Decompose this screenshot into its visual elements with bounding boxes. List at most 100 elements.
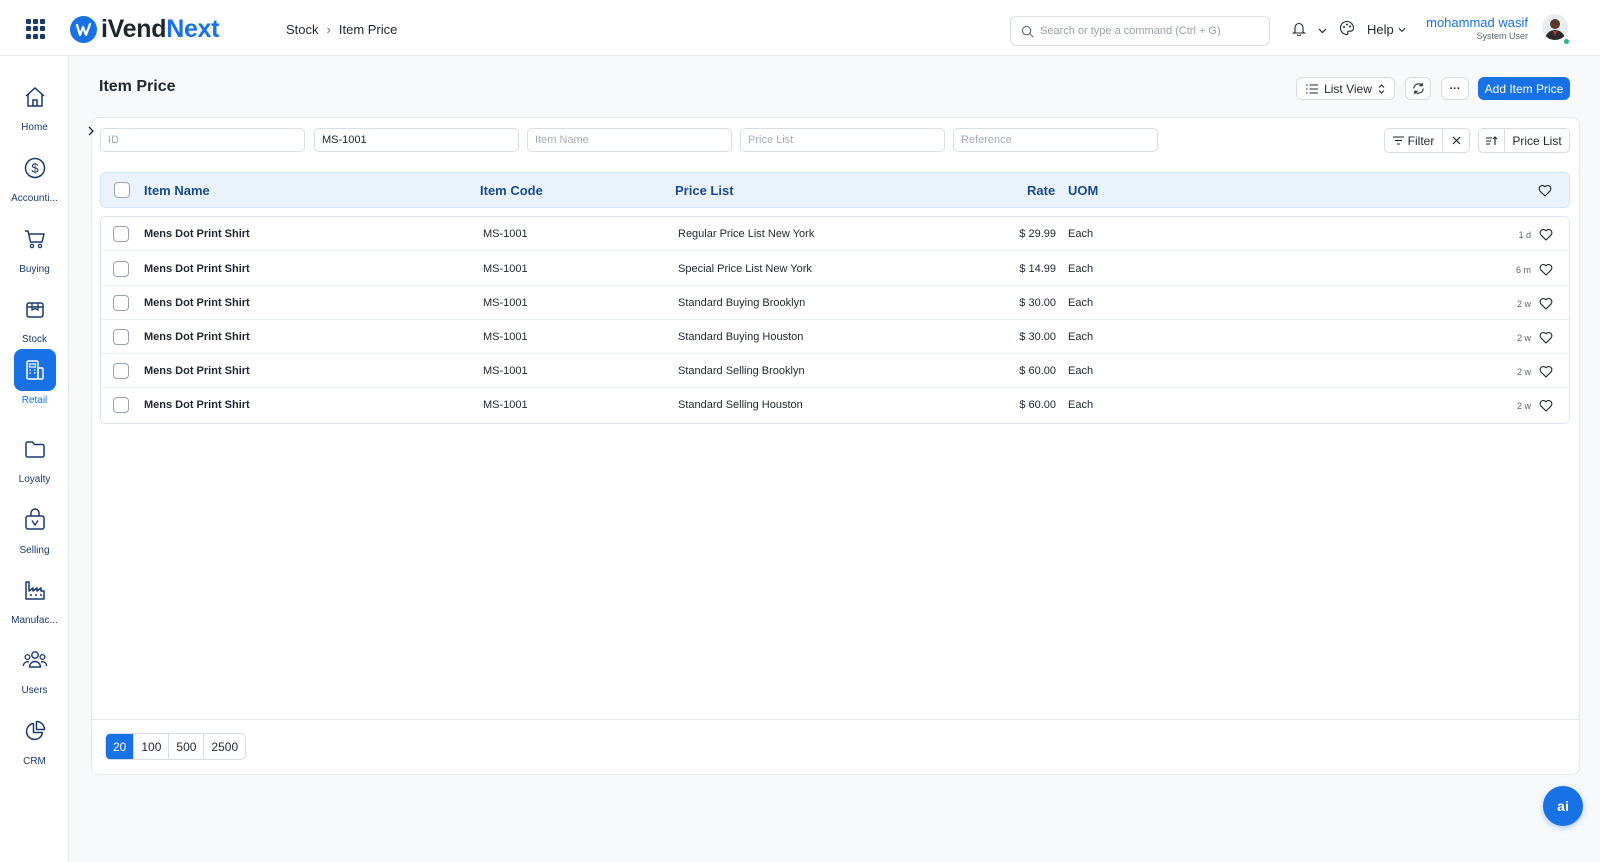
help-menu[interactable]: Help <box>1367 22 1406 37</box>
table-row[interactable]: Mens Dot Print Shirt MS-1001 Standard Se… <box>101 388 1569 422</box>
sort-field-button[interactable]: Price List <box>1504 128 1570 153</box>
id-filter-input[interactable] <box>100 128 305 152</box>
page-size-100[interactable]: 100 <box>134 734 170 759</box>
sidebar-item-crm[interactable]: CRM <box>0 710 69 776</box>
item-code-filter-input[interactable] <box>314 128 519 152</box>
modified-time: 1 d <box>1518 230 1531 240</box>
close-icon <box>1452 136 1460 145</box>
heart-icon[interactable] <box>1539 297 1553 310</box>
row-checkbox[interactable] <box>113 261 129 277</box>
item-name-filter-input[interactable] <box>527 128 732 152</box>
row-checkbox[interactable] <box>113 397 129 413</box>
page-size-2500[interactable]: 2500 <box>204 734 245 759</box>
folder-icon <box>14 428 56 470</box>
price-list-cell: Regular Price List New York <box>678 228 815 240</box>
heart-icon[interactable] <box>1539 228 1553 241</box>
item-name-cell[interactable]: Mens Dot Print Shirt <box>144 263 250 275</box>
select-all-checkbox[interactable] <box>114 182 130 198</box>
ai-assistant-button[interactable]: ai <box>1543 786 1583 826</box>
uom-cell: Each <box>1068 331 1094 343</box>
more-options-button[interactable]: ··· <box>1441 77 1469 100</box>
column-header-item-code[interactable]: Item Code <box>480 183 543 198</box>
sidebar-item-buying[interactable]: Buying <box>0 218 69 284</box>
item-code-cell: MS-1001 <box>483 297 528 309</box>
item-name-cell[interactable]: Mens Dot Print Shirt <box>144 365 250 377</box>
breadcrumb: Stock › Item Price <box>286 22 397 37</box>
search-input[interactable] <box>1040 25 1260 37</box>
heart-icon[interactable] <box>1539 263 1553 276</box>
rate-cell: $ 60.00 <box>1019 365 1056 377</box>
column-header-uom[interactable]: UOM <box>1068 183 1098 198</box>
row-checkbox[interactable] <box>113 363 129 379</box>
list-view-dropdown[interactable]: List View <box>1296 77 1395 100</box>
user-role: System User <box>1476 31 1528 41</box>
reference-filter-input[interactable] <box>953 128 1158 152</box>
table-row[interactable]: Mens Dot Print Shirt MS-1001 Standard Bu… <box>101 286 1569 320</box>
table-row[interactable]: Mens Dot Print Shirt MS-1001 Special Pri… <box>101 252 1569 286</box>
search-bar[interactable] <box>1010 16 1270 46</box>
price-list-cell: Standard Selling Brooklyn <box>678 365 805 377</box>
notification-bell-icon[interactable] <box>1291 21 1307 39</box>
filter-button[interactable]: Filter <box>1384 128 1443 153</box>
breadcrumb-current[interactable]: Item Price <box>339 22 398 37</box>
sidebar-item-home[interactable]: Home <box>0 76 69 142</box>
refresh-button[interactable] <box>1405 77 1431 100</box>
heart-icon[interactable] <box>1539 399 1553 412</box>
sidebar-item-users[interactable]: Users <box>0 639 69 705</box>
table-row[interactable]: Mens Dot Print Shirt MS-1001 Standard Se… <box>101 354 1569 388</box>
brand-logo[interactable]: iVendNext <box>70 15 219 44</box>
add-item-price-button[interactable]: Add Item Price <box>1478 77 1570 100</box>
avatar[interactable] <box>1542 14 1568 40</box>
column-header-item-name[interactable]: Item Name <box>144 183 210 198</box>
palette-icon[interactable] <box>1339 20 1355 39</box>
item-name-cell[interactable]: Mens Dot Print Shirt <box>144 297 250 309</box>
sidebar-item-label: Manufac... <box>11 615 58 626</box>
row-checkbox[interactable] <box>113 226 129 242</box>
sidebar-item-loyalty[interactable]: Loyalty <box>0 428 69 494</box>
heart-icon[interactable] <box>1538 184 1552 197</box>
page-size-selector: 20 100 500 2500 <box>105 733 247 760</box>
column-header-price-list[interactable]: Price List <box>675 183 734 198</box>
row-checkbox[interactable] <box>113 295 129 311</box>
sidebar-item-accounting[interactable]: $ Accounti... <box>0 147 69 213</box>
item-name-cell[interactable]: Mens Dot Print Shirt <box>144 331 250 343</box>
retail-icon <box>13 349 56 391</box>
uom-cell: Each <box>1068 228 1094 240</box>
clear-filter-button[interactable] <box>1442 128 1470 153</box>
heart-icon[interactable] <box>1539 365 1553 378</box>
table-header: Item Name Item Code Price List Rate UOM <box>100 172 1570 208</box>
table-row[interactable]: Mens Dot Print Shirt MS-1001 Standard Bu… <box>101 320 1569 354</box>
item-name-cell[interactable]: Mens Dot Print Shirt <box>144 399 250 411</box>
sidebar-item-label: Accounti... <box>11 193 58 204</box>
app-grid-icon[interactable] <box>26 19 46 39</box>
chevron-right-icon[interactable] <box>86 124 96 138</box>
refresh-icon <box>1412 82 1424 95</box>
list-icon <box>1306 83 1319 94</box>
page-size-20[interactable]: 20 <box>106 734 135 759</box>
item-name-cell[interactable]: Mens Dot Print Shirt <box>144 228 250 240</box>
user-name: mohammad wasif <box>1426 15 1528 30</box>
online-status-dot <box>1563 38 1570 45</box>
page-size-500[interactable]: 500 <box>169 734 205 759</box>
sidebar-item-stock[interactable]: Stock <box>0 288 69 354</box>
column-header-rate[interactable]: Rate <box>1027 183 1055 198</box>
logo-mark-icon <box>70 16 97 43</box>
heart-icon[interactable] <box>1539 331 1553 344</box>
users-icon <box>14 639 56 681</box>
price-list-filter-input[interactable] <box>740 128 945 152</box>
pie-chart-icon <box>14 710 56 752</box>
item-code-cell: MS-1001 <box>483 331 528 343</box>
table-row[interactable]: Mens Dot Print Shirt MS-1001 Regular Pri… <box>101 217 1569 251</box>
list-view-label: List View <box>1324 81 1372 96</box>
breadcrumb-parent[interactable]: Stock <box>286 22 319 37</box>
page-title: Item Price <box>99 78 176 95</box>
sidebar-item-selling[interactable]: Selling <box>0 499 69 565</box>
row-checkbox[interactable] <box>113 329 129 345</box>
sort-order-button[interactable] <box>1478 128 1505 153</box>
user-menu[interactable]: mohammad wasif System User <box>1426 15 1528 41</box>
modified-time: 2 w <box>1516 333 1531 343</box>
chevron-down-icon[interactable] <box>1318 22 1327 37</box>
sort-updown-icon <box>1378 83 1385 94</box>
sidebar-item-retail[interactable]: Retail <box>0 349 69 415</box>
sidebar-item-manufacturing[interactable]: Manufac... <box>0 569 69 635</box>
